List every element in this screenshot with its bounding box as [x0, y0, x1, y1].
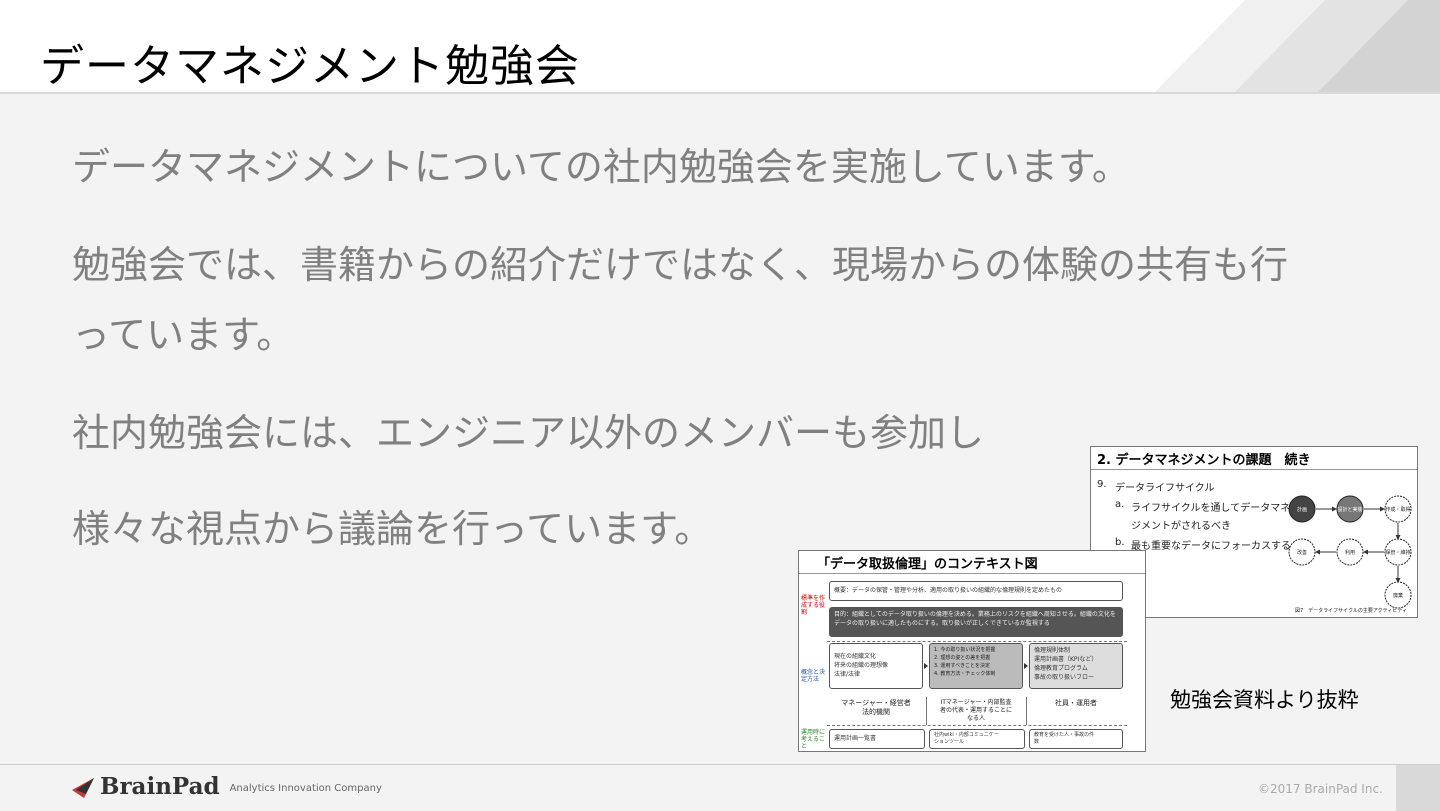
- side-label: 運用時に考えること: [801, 729, 826, 750]
- divider: [1026, 697, 1027, 725]
- excerpt-caption: 勉強会資料より抜粋: [1170, 688, 1359, 712]
- goal-box: 目的：組織としてのデータ取り扱いの倫理を決める。業務上のリスクを組織へ周知させる…: [829, 607, 1123, 637]
- body-paragraph: っています。: [72, 313, 295, 357]
- divider: [799, 573, 1145, 574]
- sub-item-text: ライフサイクルを通してデータマネ: [1131, 503, 1291, 514]
- footer-accent-block: [1396, 765, 1440, 811]
- output-box: 運用計画一覧書: [829, 729, 925, 749]
- slide-footer: BrainPad Analytics Innovation Company ©2…: [0, 764, 1440, 811]
- ethics-slide-title: 「データ取扱倫理」のコンテキスト図: [817, 557, 1038, 572]
- stakeholder-label: ITマネージャー・内部監査 者の代表・運用することに なる人: [939, 699, 1012, 722]
- arrow-icon: [924, 663, 928, 669]
- lifecycle-slide-title: 2. データマネジメントの課題 続き: [1097, 453, 1311, 468]
- sub-marker: a.: [1115, 499, 1125, 510]
- process-box: 1. 今の取り扱い状況を把握 2. 理想の姿との差を把握 3. 運用すべきことを…: [929, 643, 1023, 689]
- node-label: 設計と実装: [1337, 506, 1362, 513]
- item-number: 9.: [1097, 479, 1107, 490]
- divider: [926, 697, 927, 725]
- sub-item-text: ジメントがされるべき: [1131, 521, 1231, 532]
- item-label: データライフサイクル: [1115, 483, 1215, 494]
- side-label: 標準を作成する役割: [801, 595, 826, 616]
- copyright-text: ©2017 BrainPad Inc.: [1258, 782, 1383, 796]
- ethics-slide-thumbnail: 「データ取扱倫理」のコンテキスト図 標準を作成する役割 概念と決定方法 運用時に…: [798, 550, 1146, 752]
- sub-marker: b.: [1115, 537, 1125, 548]
- node-label: 改善: [1297, 549, 1307, 556]
- figure-source: 図7 データライフサイクルの主要アクティビティ: [1295, 608, 1408, 614]
- slide-header: データマネジメント勉強会: [0, 0, 1440, 94]
- node-label: 廃棄: [1393, 592, 1403, 599]
- body-paragraph: 勉強会では、書籍からの紹介だけではなく、現場からの体験の共有も行: [72, 243, 1289, 287]
- brainpad-logo: BrainPad Analytics Innovation Company: [70, 773, 382, 800]
- divider: [827, 725, 1127, 726]
- body-paragraph: データマネジメントについての社内勉強会を実施しています。: [72, 145, 1130, 189]
- brainpad-logo-icon: [72, 777, 94, 798]
- node-label: 作成・取得: [1385, 506, 1410, 513]
- node-label: 計画: [1297, 506, 1307, 513]
- node-label: 利用: [1345, 549, 1355, 556]
- sub-item-text: 最も重要なデータにフォーカスする: [1131, 541, 1291, 552]
- stakeholder-label: マネージャー・経営者 法的機関: [841, 699, 911, 716]
- divider: [827, 641, 1127, 642]
- lifecycle-diagram: 計画 設計と実装 作成・取得 保管・維持 利用 改善 廃棄: [1288, 495, 1412, 609]
- logo-tagline: Analytics Innovation Company: [229, 783, 382, 794]
- body-paragraph: 様々な視点から議論を行っています。: [72, 507, 713, 551]
- stakeholder-label: 社員・運用者: [1055, 699, 1097, 707]
- current-culture-box: 現在の組織文化 将来の組織の理想像 法律/法律: [829, 643, 923, 689]
- side-label: 概念と決定方法: [801, 669, 826, 683]
- deliverables-box: 倫理規則体制 運用計画書（KPIなど） 倫理教育プログラム 事故の取り扱いフロー: [1029, 643, 1123, 689]
- arrow-icon: [1024, 663, 1028, 669]
- overview-box: 概要：データの保管・管理や分析、適用の取り扱いの組織的な倫理規則を定めたもの: [829, 581, 1123, 601]
- page-title: データマネジメント勉強会: [40, 41, 580, 92]
- node-label: 保管・維持: [1385, 549, 1410, 556]
- output-box: 教育を受けた人・事故の件 数: [1029, 729, 1123, 749]
- output-box: 社内wiki・内部コミュニケー ションツール: [929, 729, 1025, 749]
- divider: [1091, 469, 1417, 470]
- body-paragraph: 社内勉強会には、エンジニア以外のメンバーも参加し: [72, 411, 985, 455]
- logo-wordmark: BrainPad: [100, 773, 220, 800]
